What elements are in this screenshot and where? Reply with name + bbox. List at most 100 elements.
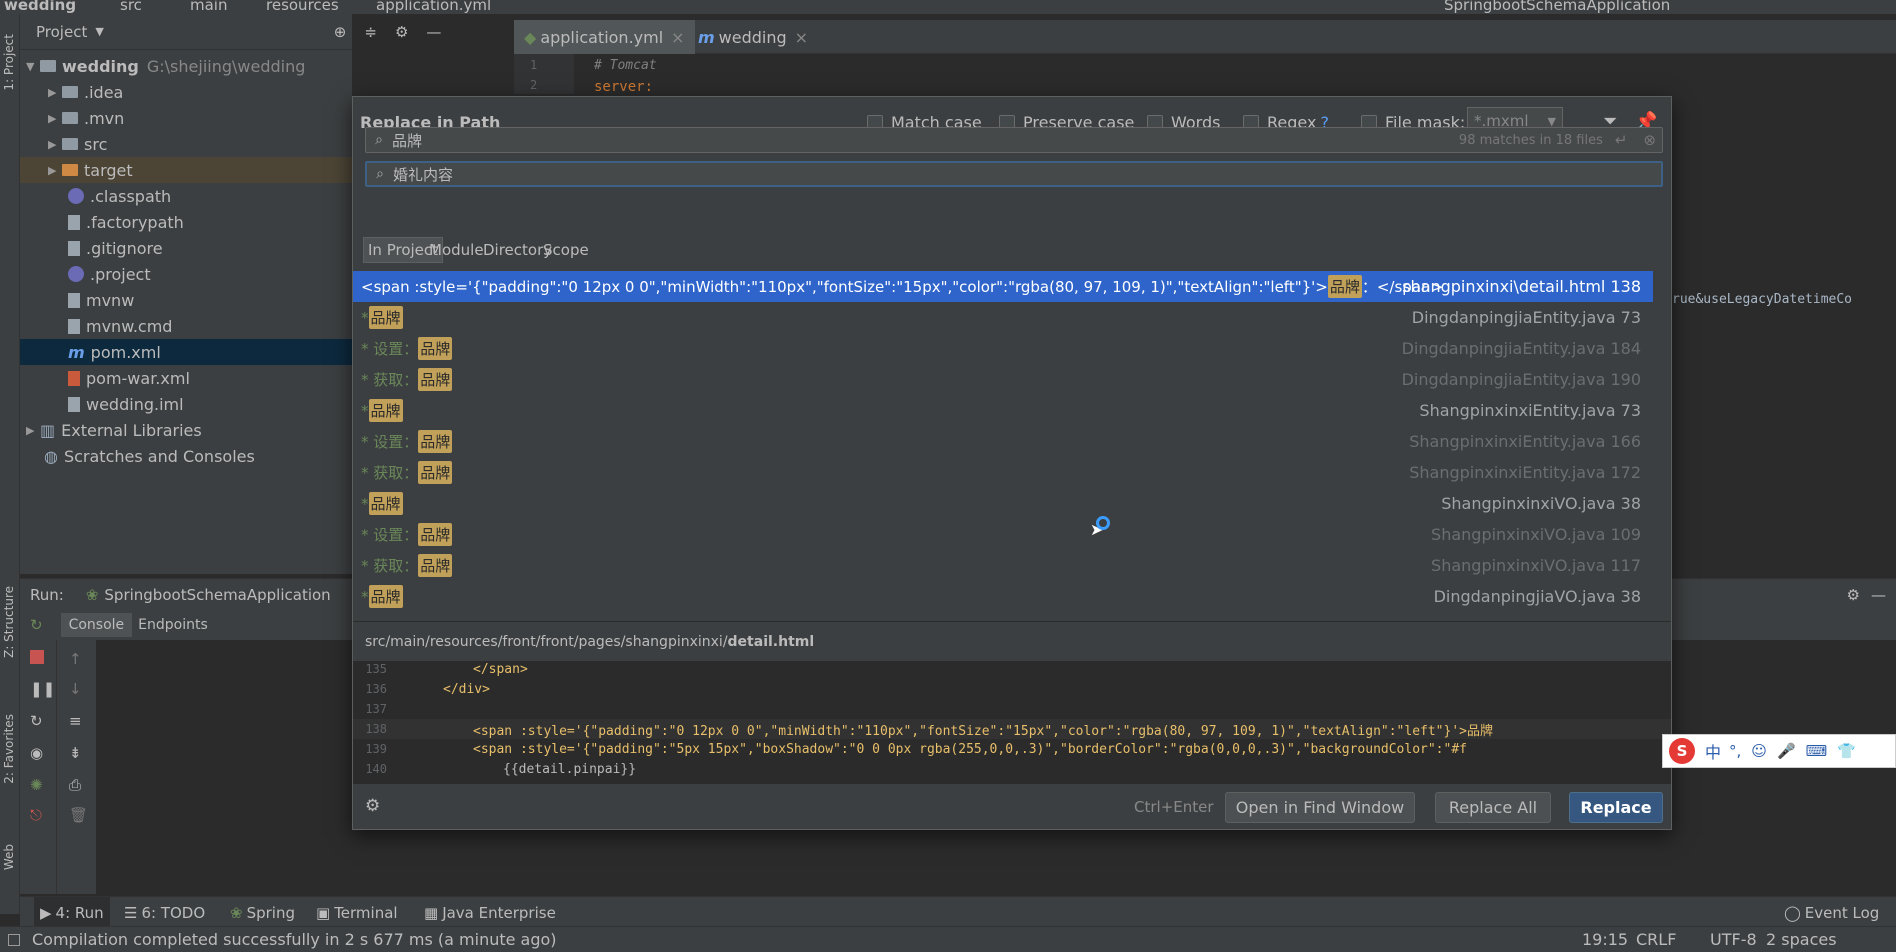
tree-item-factorypath[interactable]: .factorypath — [20, 209, 352, 235]
tab-endpoints[interactable]: Endpoints — [138, 617, 208, 633]
tree-item-gitignore[interactable]: .gitignore — [20, 235, 352, 261]
bug-icon[interactable]: ✺ — [30, 776, 43, 794]
run-config-selector[interactable]: SpringbootSchemaApplication — [1444, 0, 1670, 14]
run-config-tab[interactable]: SpringbootSchemaApplication — [104, 586, 330, 604]
soft-wrap-icon[interactable]: ≡ — [69, 712, 82, 730]
collapse-icon[interactable]: ≑ — [364, 23, 377, 41]
tree-item-mvn[interactable]: ▶ .mvn — [20, 105, 352, 131]
punctuation-icon[interactable]: °, — [1729, 742, 1741, 760]
chevron-down-icon[interactable]: ▼ — [1548, 115, 1556, 128]
print-icon[interactable]: ⎙ — [69, 776, 81, 794]
locate-icon[interactable]: ⊕ — [334, 23, 347, 41]
tree-item-mvnw[interactable]: mvnw — [20, 287, 352, 313]
search-field[interactable]: ⌕ 品牌 98 matches in 18 files ↵ ⊗ — [365, 127, 1663, 153]
ime-mode[interactable]: 中 — [1705, 739, 1721, 763]
tree-item-mvnw-cmd[interactable]: mvnw.cmd — [20, 313, 352, 339]
tab-spring[interactable]: ❀ Spring — [230, 897, 295, 929]
keyboard-icon[interactable]: ⌨ — [1806, 742, 1828, 760]
clear-icon[interactable]: ⊗ — [1643, 131, 1656, 149]
tree-item-wedding-iml[interactable]: wedding.iml — [20, 391, 352, 417]
result-row[interactable]: <span :style='{"padding":"0 12px 0 0","m… — [353, 271, 1653, 302]
search-input[interactable]: 品牌 — [392, 130, 422, 151]
collapsed-arrow-icon[interactable]: ▶ — [48, 86, 62, 99]
replace-field[interactable]: ⌕ 婚礼内容 — [365, 161, 1663, 187]
replace-input[interactable]: 婚礼内容 — [393, 164, 453, 185]
breadcrumb-src[interactable]: src — [120, 0, 142, 14]
tree-item-scratches[interactable]: ◍ Scratches and Consoles — [20, 443, 352, 469]
breadcrumb-main[interactable]: main — [190, 0, 227, 14]
result-row[interactable]: * 获取： 品牌 ShangpinxinxiVO.java 117 — [353, 550, 1653, 581]
web-tool-tab[interactable]: Web — [2, 844, 16, 870]
preview-line[interactable]: 140 {{detail.pinpai}} — [353, 759, 1671, 779]
close-icon[interactable]: × — [795, 28, 808, 47]
tree-item-target[interactable]: ▶ target — [20, 157, 352, 183]
skin-icon[interactable]: 👕 — [1837, 742, 1856, 760]
structure-tool-tab[interactable]: Z: Structure — [2, 586, 16, 658]
preview-line[interactable]: 137 — [353, 699, 1671, 719]
result-row[interactable]: * 设置： 品牌 ShangpinxinxiVO.java 109 — [353, 519, 1653, 550]
breadcrumb-resources[interactable]: resources — [266, 0, 339, 14]
tree-item-pom-war[interactable]: pom-war.xml — [20, 365, 352, 391]
search-icon[interactable]: ⌕ — [366, 132, 392, 148]
result-row[interactable]: * 获取： 品牌 ShangpinxinxiEntity.java 172 — [353, 457, 1653, 488]
tree-item-wedding[interactable]: ▼ wedding G:\shejiing\wedding — [20, 53, 352, 79]
breadcrumb-project[interactable]: wedding — [4, 0, 76, 14]
scope-scope[interactable]: Scope — [539, 237, 593, 263]
sogou-logo-icon[interactable]: S — [1669, 738, 1695, 764]
preview-line[interactable]: 139 <span :style='{"padding":"5px 15px","… — [353, 739, 1671, 759]
down-arrow-icon[interactable]: ↓ — [69, 680, 82, 698]
favorites-tool-tab[interactable]: 2: Favorites — [2, 714, 16, 784]
pause-icon[interactable]: ❚❚ — [30, 680, 55, 698]
search-icon[interactable]: ⌕ — [367, 166, 393, 182]
minimize-icon[interactable]: — — [1871, 586, 1886, 604]
tree-item-idea[interactable]: ▶ .idea — [20, 79, 352, 105]
code-key[interactable]: server: — [594, 79, 653, 95]
tab-wedding[interactable]: m wedding × — [688, 20, 818, 54]
result-row[interactable]: * 获取： 品牌 DingdanpingjiaEntity.java 190 — [353, 364, 1653, 395]
up-arrow-icon[interactable]: ↑ — [69, 650, 82, 668]
collapsed-arrow-icon[interactable]: ▶ — [26, 424, 40, 437]
gear-icon[interactable]: ⚙ — [395, 23, 408, 41]
exit-icon[interactable]: ⎋ — [30, 806, 42, 824]
result-row[interactable]: * 品牌 ShangpinxinxiEntity.java 73 — [353, 395, 1653, 426]
newline-icon[interactable]: ↵ — [1615, 131, 1628, 149]
camera-icon[interactable]: ◉ — [30, 744, 43, 762]
tab-console[interactable]: Console — [60, 613, 133, 637]
tree-item-pom-xml[interactable]: m pom.xml — [20, 339, 352, 365]
tab-event-log[interactable]: ◯ Event Log — [1784, 897, 1879, 929]
result-row[interactable]: * 设置： 品牌 ShangpinxinxiEntity.java 166 — [353, 426, 1653, 457]
result-row[interactable]: * 品牌 ShangpinxinxiVO.java 38 — [353, 488, 1653, 519]
tab-application-yml[interactable]: ◆ application.yml × — [514, 20, 695, 54]
trash-icon[interactable]: 🗑 — [69, 806, 88, 824]
preview-line[interactable]: 138 <span :style='{"padding":"0 12px 0 0"… — [353, 719, 1671, 739]
line-separator[interactable]: CRLF — [1636, 930, 1676, 949]
status-message[interactable]: Compilation completed successfully in 2 … — [32, 930, 557, 949]
tab-terminal[interactable]: ▣ Terminal — [316, 897, 398, 929]
rerun-icon[interactable]: ↻ — [30, 616, 43, 634]
stop-icon[interactable] — [30, 650, 44, 664]
close-icon[interactable]: × — [671, 28, 684, 47]
restart-icon[interactable]: ↻ — [30, 712, 43, 730]
settings-gear-icon[interactable]: ⚙ — [365, 796, 380, 816]
open-in-find-window-button[interactable]: Open in Find Window — [1225, 792, 1415, 823]
chevron-down-icon[interactable]: ▼ — [95, 25, 103, 38]
caret-position[interactable]: 19:15 — [1582, 930, 1628, 949]
collapsed-arrow-icon[interactable]: ▶ — [48, 138, 62, 151]
code-comment[interactable]: # Tomcat — [594, 58, 657, 73]
hide-icon[interactable]: — — [426, 23, 441, 41]
replace-all-button[interactable]: Replace All — [1435, 792, 1551, 823]
result-row[interactable]: * 设置： 品牌 DingdanpingjiaEntity.java 184 — [353, 333, 1653, 364]
tree-item-external-libraries[interactable]: ▶ ▥ External Libraries — [20, 417, 352, 443]
indent-setting[interactable]: 2 spaces — [1766, 930, 1837, 949]
microphone-icon[interactable]: 🎤 — [1777, 742, 1796, 760]
preview-line[interactable]: 136 </div> — [353, 679, 1671, 699]
collapsed-arrow-icon[interactable]: ▶ — [48, 164, 62, 177]
file-encoding[interactable]: UTF-8 — [1710, 930, 1757, 949]
breadcrumb-file[interactable]: application.yml — [376, 0, 491, 14]
tab-run[interactable]: ▶ 4: Run — [34, 897, 110, 929]
tree-item-project[interactable]: .project — [20, 261, 352, 287]
tab-java-enterprise[interactable]: ▦ Java Enterprise — [424, 897, 556, 929]
result-row[interactable]: * 品牌 DingdanpingjiaVO.java 38 — [353, 581, 1653, 612]
result-row[interactable]: * 品牌 DingdanpingjiaEntity.java 73 — [353, 302, 1653, 333]
toggle-panels-icon[interactable] — [8, 933, 20, 946]
